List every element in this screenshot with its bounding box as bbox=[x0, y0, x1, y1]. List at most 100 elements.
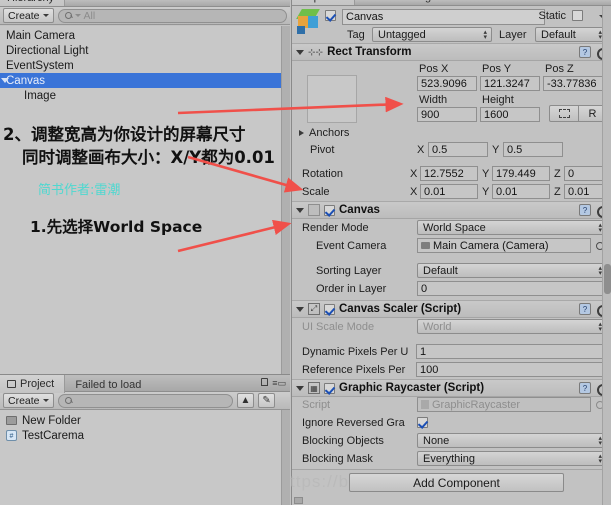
width-label: Width bbox=[419, 94, 447, 106]
pivot-x-field[interactable]: 0.5 bbox=[428, 142, 488, 157]
canvas-component-icon bbox=[308, 204, 320, 216]
sorting-layer-dropdown[interactable]: Default ▴▾ bbox=[417, 263, 607, 278]
scale-y-value: 0.01 bbox=[496, 186, 517, 198]
pos-y-value: 121.3247 bbox=[484, 78, 530, 90]
width-field[interactable]: 900 bbox=[417, 107, 477, 122]
dynamic-pixels-field[interactable]: 1 bbox=[416, 344, 607, 359]
script-file-icon bbox=[421, 400, 429, 409]
tag-dropdown[interactable]: Untagged ▴▾ bbox=[372, 27, 492, 42]
canvas-enabled-checkbox[interactable] bbox=[324, 205, 335, 216]
ui-scale-mode-value: World bbox=[423, 321, 452, 333]
anchor-preset-widget[interactable] bbox=[307, 75, 357, 123]
scale-z-value: 0.01 bbox=[568, 186, 589, 198]
render-mode-label: Render Mode bbox=[302, 222, 369, 234]
foldout-icon[interactable] bbox=[296, 208, 304, 213]
hierarchy-item-canvas[interactable]: Canvas bbox=[0, 73, 282, 88]
add-component-button[interactable]: Add Component bbox=[349, 473, 564, 492]
ui-scale-mode-dropdown[interactable]: World ▴▾ bbox=[417, 319, 607, 334]
project-filter-by-label-button[interactable]: ✎ bbox=[258, 393, 274, 408]
inspector-scroll-thumb[interactable] bbox=[604, 264, 611, 294]
pivot-row: Pivot X 0.5 Y 0.5 bbox=[292, 141, 611, 158]
pos-z-field[interactable]: -33.77836 bbox=[543, 76, 607, 91]
graphic-raycaster-icon: ▦ bbox=[308, 382, 320, 394]
layer-dropdown[interactable]: Default ▴▾ bbox=[535, 27, 607, 42]
tab-hierarchy[interactable]: Hierarchy bbox=[0, 0, 65, 7]
scale-z-field[interactable]: 0.01 bbox=[564, 184, 607, 199]
anchors-label: Anchors bbox=[309, 127, 349, 139]
render-mode-dropdown[interactable]: World Space ▴▾ bbox=[417, 220, 607, 235]
hierarchy-item-directional-light[interactable]: Directional Light bbox=[0, 43, 282, 58]
rot-x-label: X bbox=[410, 168, 417, 180]
project-scrollbar[interactable] bbox=[281, 410, 290, 505]
blueprint-mode-toggle[interactable] bbox=[549, 105, 579, 122]
rotation-y-field[interactable]: 179.449 bbox=[492, 166, 550, 181]
annotation-note-line2: 同时调整画布大小：X/Y都为0.01 bbox=[22, 144, 275, 168]
help-icon[interactable]: ? bbox=[579, 382, 591, 394]
pos-y-label: Pos Y bbox=[482, 63, 511, 75]
project-item-testcarema[interactable]: # TestCarema bbox=[0, 428, 282, 443]
ignore-reversed-checkbox[interactable] bbox=[417, 417, 428, 428]
reference-pixels-field[interactable]: 100 bbox=[416, 362, 607, 377]
hierarchy-search-input[interactable]: All bbox=[58, 9, 287, 23]
canvas-scaler-enabled-checkbox[interactable] bbox=[324, 304, 335, 315]
rotation-z-field[interactable]: 0 bbox=[564, 166, 607, 181]
hierarchy-item-image[interactable]: Image bbox=[0, 88, 282, 103]
tab-project[interactable]: Project bbox=[0, 375, 65, 393]
graphic-raycaster-header[interactable]: ▦ Graphic Raycaster (Script) ? bbox=[292, 379, 611, 397]
rotation-x-field[interactable]: 12.7552 bbox=[420, 166, 478, 181]
add-component-label: Add Component bbox=[413, 476, 500, 490]
static-checkbox[interactable] bbox=[572, 10, 583, 21]
height-field[interactable]: 1600 bbox=[480, 107, 540, 122]
rot-z-label: Z bbox=[554, 168, 561, 180]
pos-y-field[interactable]: 121.3247 bbox=[480, 76, 540, 91]
gameobject-active-checkbox[interactable] bbox=[325, 10, 336, 21]
blocking-objects-dropdown[interactable]: None ▴▾ bbox=[417, 433, 607, 448]
inspector-panel-menu-icon[interactable]: ≡ ▭ bbox=[591, 0, 607, 1]
resize-grip-icon[interactable] bbox=[294, 497, 303, 504]
canvas-component-header[interactable]: Canvas ? bbox=[292, 201, 611, 219]
blocking-mask-dropdown[interactable]: Everything ▴▾ bbox=[417, 451, 607, 466]
tab-failed-to-load[interactable]: Failed to load bbox=[68, 376, 151, 394]
hierarchy-create-button[interactable]: Create bbox=[3, 8, 54, 23]
camera-icon bbox=[421, 242, 430, 249]
pos-z-value: -33.77836 bbox=[547, 78, 597, 90]
help-icon[interactable]: ? bbox=[579, 303, 591, 315]
help-icon[interactable]: ? bbox=[579, 204, 591, 216]
ui-scale-mode-label: UI Scale Mode bbox=[302, 321, 374, 333]
foldout-icon[interactable] bbox=[296, 386, 304, 391]
project-item-new-folder[interactable]: New Folder bbox=[0, 413, 282, 428]
pos-x-value: 523.9096 bbox=[421, 78, 467, 90]
rect-transform-header[interactable]: ⊹⊹ Rect Transform ? bbox=[292, 43, 611, 61]
reference-pixels-value: 100 bbox=[420, 364, 438, 376]
hierarchy-item-eventsystem[interactable]: EventSystem bbox=[0, 58, 282, 73]
inspector-scrollbar[interactable] bbox=[602, 6, 611, 505]
project-list: New Folder # TestCarema bbox=[0, 410, 282, 505]
event-camera-field[interactable]: Main Camera (Camera) bbox=[417, 238, 591, 253]
chevron-down-icon[interactable] bbox=[1, 78, 9, 83]
canvas-scaler-header[interactable]: ⤢ Canvas Scaler (Script) ? bbox=[292, 300, 611, 318]
project-filter-by-type-button[interactable]: ▲ bbox=[237, 393, 255, 408]
pos-x-field[interactable]: 523.9096 bbox=[417, 76, 477, 91]
gameobject-name-input[interactable]: Canvas bbox=[342, 9, 545, 25]
foldout-icon[interactable] bbox=[299, 130, 304, 136]
anchors-row[interactable]: Anchors bbox=[292, 124, 611, 141]
hierarchy-panel-menu-icon[interactable]: ≡ ▭ bbox=[270, 0, 286, 2]
rect-transform-icon: ⊹⊹ bbox=[308, 48, 323, 56]
order-in-layer-field[interactable]: 0 bbox=[417, 281, 607, 296]
hierarchy-item-main-camera[interactable]: Main Camera bbox=[0, 28, 282, 43]
project-search-input[interactable] bbox=[58, 394, 233, 408]
lock-icon[interactable] bbox=[261, 378, 268, 386]
project-panel-menu-icon[interactable]: ≡▭ bbox=[272, 380, 286, 387]
help-icon[interactable]: ? bbox=[579, 46, 591, 58]
foldout-icon[interactable] bbox=[296, 307, 304, 312]
project-create-button[interactable]: Create bbox=[3, 393, 54, 408]
scale-x-field[interactable]: 0.01 bbox=[420, 184, 478, 199]
project-toolbar: Create ▲ ✎ bbox=[0, 392, 290, 410]
hierarchy-scrollbar[interactable] bbox=[281, 26, 290, 374]
foldout-icon[interactable] bbox=[296, 50, 304, 55]
pivot-y-field[interactable]: 0.5 bbox=[503, 142, 563, 157]
blocking-mask-value: Everything bbox=[423, 453, 475, 465]
scale-y-field[interactable]: 0.01 bbox=[492, 184, 550, 199]
annotation-step-note: 1.先选择World Space bbox=[30, 215, 202, 237]
graphic-raycaster-enabled-checkbox[interactable] bbox=[324, 383, 335, 394]
